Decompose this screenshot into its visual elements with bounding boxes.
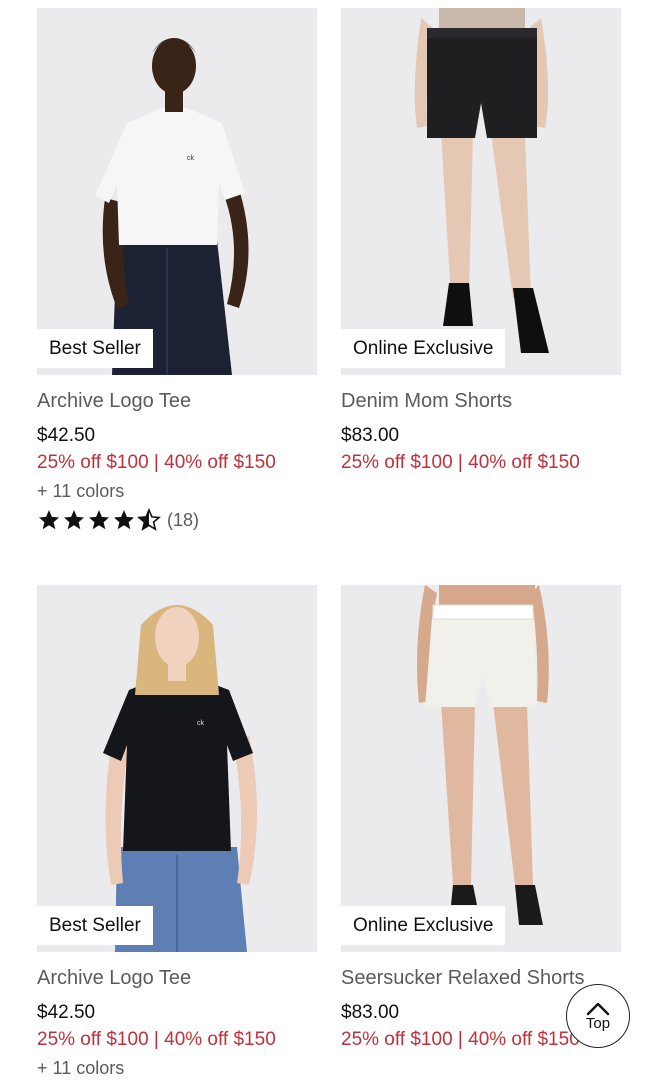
product-card[interactable]: ck Best Seller Archive Logo Tee $42.50 2… <box>37 585 317 1080</box>
online-exclusive-badge: Online Exclusive <box>341 329 506 368</box>
star-full-icon <box>64 510 84 530</box>
product-card[interactable]: Online Exclusive Seersucker Relaxed Shor… <box>341 585 621 1052</box>
best-seller-badge: Best Seller <box>37 906 153 945</box>
color-count[interactable]: + 11 colors <box>37 479 317 503</box>
product-title[interactable]: Seersucker Relaxed Shorts <box>341 965 621 991</box>
promo-text: 25% off $100 | 40% off $150 <box>37 1029 276 1050</box>
svg-text:ck: ck <box>197 720 205 727</box>
star-full-icon <box>39 510 59 530</box>
rating-stars <box>37 508 161 532</box>
star-half-icon <box>137 508 161 531</box>
promo-text: 25% off $100 | 40% off $150 <box>37 452 276 473</box>
rating: (18) <box>37 508 317 532</box>
product-title[interactable]: Denim Mom Shorts <box>341 388 621 414</box>
rating-count[interactable]: (18) <box>167 510 199 531</box>
product-title[interactable]: Archive Logo Tee <box>37 965 317 991</box>
model-seersucker-shorts-image <box>417 585 549 925</box>
product-image[interactable]: Online Exclusive <box>341 8 621 375</box>
model-denim-shorts-image <box>414 8 549 353</box>
color-count[interactable]: + 11 colors <box>37 1056 317 1080</box>
product-price: $83.00 <box>341 425 400 446</box>
star-full-icon <box>114 510 134 530</box>
model-white-tee-image: ck <box>95 38 249 375</box>
product-price: $42.50 <box>37 425 96 446</box>
best-seller-badge: Best Seller <box>37 329 153 368</box>
star-full-icon <box>89 510 109 530</box>
product-card[interactable]: Online Exclusive Denim Mom Shorts $83.00… <box>341 8 621 475</box>
product-image[interactable]: ck Best Seller <box>37 8 317 375</box>
product-title[interactable]: Archive Logo Tee <box>37 388 317 414</box>
product-card[interactable]: ck Best Seller Archive Logo Tee $42.50 2… <box>37 8 317 532</box>
back-to-top-button[interactable]: Top <box>566 984 630 1048</box>
product-image[interactable]: Online Exclusive <box>341 585 621 952</box>
product-price: $42.50 <box>37 1002 96 1023</box>
svg-text:ck: ck <box>187 155 195 162</box>
product-image[interactable]: ck Best Seller <box>37 585 317 952</box>
online-exclusive-badge: Online Exclusive <box>341 906 506 945</box>
top-label: Top <box>585 1014 611 1032</box>
model-black-tee-image: ck <box>103 605 257 952</box>
promo-text: 25% off $100 | 40% off $150 <box>341 452 580 473</box>
